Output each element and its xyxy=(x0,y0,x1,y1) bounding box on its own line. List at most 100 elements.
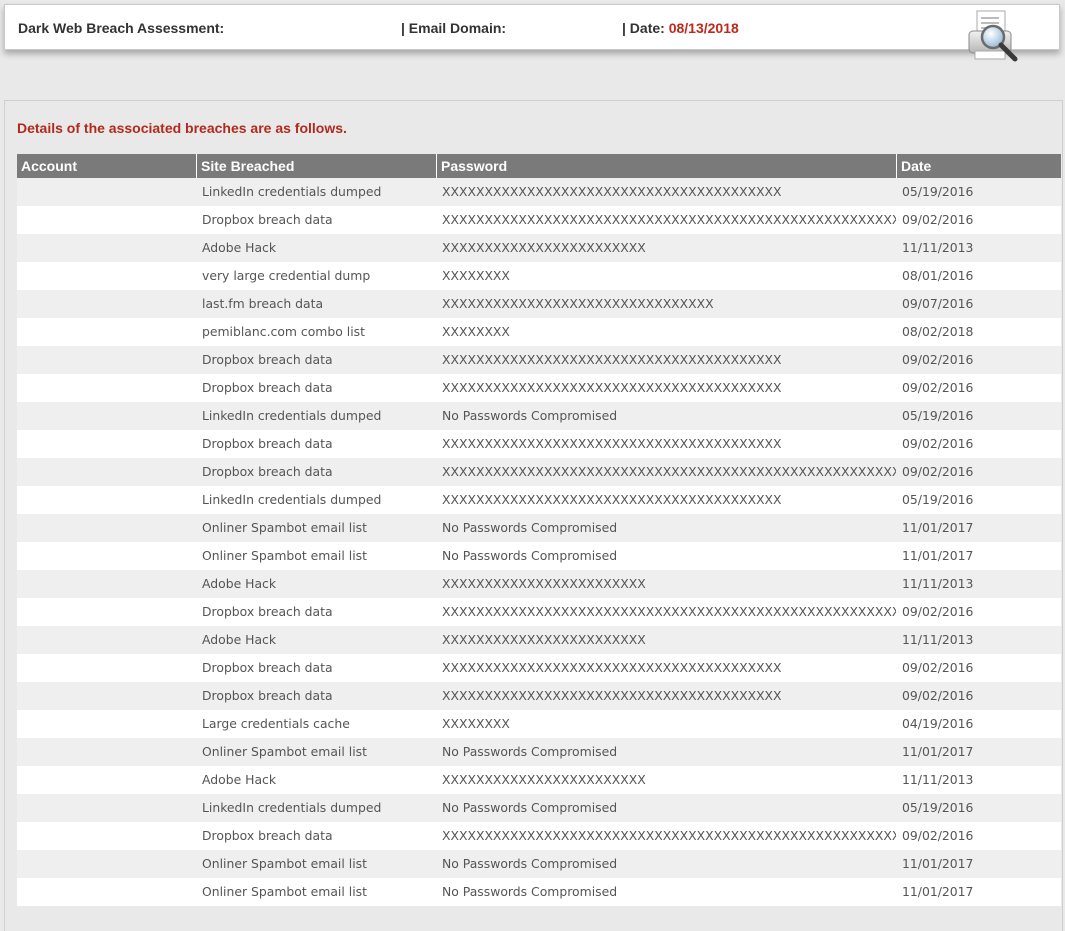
password-cell: No Passwords Compromised xyxy=(442,520,618,535)
table-row[interactable]: Dropbox breach data XXXXXXXXXXXXXXXXXXXXX… xyxy=(17,346,1061,374)
account-cell xyxy=(17,206,196,234)
site-breached-cell: LinkedIn credentials dumped xyxy=(202,492,382,507)
account-cell xyxy=(17,402,196,430)
site-breached-cell: Dropbox breach data xyxy=(202,212,333,227)
password-cell: No Passwords Compromised xyxy=(442,548,618,563)
table-row[interactable]: Large credentials cache XXXXXXXX 04/19/201… xyxy=(17,710,1061,738)
account-cell xyxy=(17,710,196,738)
table-row[interactable]: Dropbox breach data XXXXXXXXXXXXXXXXXXXXX… xyxy=(17,598,1061,626)
date-cell: 11/01/2017 xyxy=(902,744,974,759)
table-row[interactable]: LinkedIn credentials dumped XXXXXXXXXXXXX… xyxy=(17,178,1061,206)
site-breached-cell: Dropbox breach data xyxy=(202,464,333,479)
table-row[interactable]: Adobe Hack XXXXXXXXXXXXXXXXXXXXXXXX 11/11/… xyxy=(17,766,1061,794)
date-cell: 11/11/2013 xyxy=(902,576,974,591)
account-cell xyxy=(17,654,196,682)
password-cell: XXXXXXXXXXXXXXXXXXXXXXXXXXXXXXXXXXXXXXXX… xyxy=(442,604,896,619)
account-cell xyxy=(17,682,196,710)
date-cell: 09/02/2016 xyxy=(902,212,974,227)
password-cell: XXXXXXXXXXXXXXXXXXXXXXXX xyxy=(442,632,646,647)
date-field: | Date: 08/13/2018 xyxy=(622,20,739,36)
account-cell xyxy=(17,794,196,822)
table-row[interactable]: Dropbox breach data XXXXXXXXXXXXXXXXXXXXX… xyxy=(17,822,1061,850)
table-row[interactable]: Dropbox breach data XXXXXXXXXXXXXXXXXXXXX… xyxy=(17,654,1061,682)
table-header: Account Site Breached Password Date xyxy=(17,154,1061,178)
table-row[interactable]: Dropbox breach data XXXXXXXXXXXXXXXXXXXXX… xyxy=(17,458,1061,486)
account-cell xyxy=(17,738,196,766)
account-cell xyxy=(17,234,196,262)
assessment-label: Dark Web Breach Assessment: xyxy=(18,20,225,36)
table-row[interactable]: LinkedIn credentials dumped No Passwords … xyxy=(17,402,1061,430)
account-cell xyxy=(17,626,196,654)
report-header: Dark Web Breach Assessment: | Email Doma… xyxy=(4,4,1060,62)
column-header-site-breached[interactable]: Site Breached xyxy=(196,154,436,178)
table-row[interactable]: Onliner Spambot email list No Passwords C… xyxy=(17,850,1061,878)
password-cell: XXXXXXXXXXXXXXXXXXXXXXXXXXXXXXXX xyxy=(442,296,714,311)
account-cell xyxy=(17,570,196,598)
date-cell: 11/11/2013 xyxy=(902,772,974,787)
date-cell: 09/02/2016 xyxy=(902,604,974,619)
site-breached-cell: very large credential dump xyxy=(202,268,371,283)
password-cell: XXXXXXXXXXXXXXXXXXXXXXXXXXXXXXXXXXXXXXXX xyxy=(442,660,782,675)
email-domain-label: | Email Domain: xyxy=(401,20,507,36)
password-cell: XXXXXXXXXXXXXXXXXXXXXXXX xyxy=(442,576,646,591)
table-row[interactable]: pemiblanc.com combo list XXXXXXXX 08/02/20… xyxy=(17,318,1061,346)
table-row[interactable]: Adobe Hack XXXXXXXXXXXXXXXXXXXXXXXX 11/11/… xyxy=(17,234,1061,262)
password-cell: XXXXXXXXXXXXXXXXXXXXXXXXXXXXXXXXXXXXXXXX xyxy=(442,688,782,703)
table-row[interactable]: Dropbox breach data XXXXXXXXXXXXXXXXXXXXX… xyxy=(17,682,1061,710)
date-cell: 04/19/2016 xyxy=(902,716,974,731)
account-cell xyxy=(17,766,196,794)
account-cell xyxy=(17,318,196,346)
password-cell: XXXXXXXX xyxy=(442,268,510,283)
report-date: 08/13/2018 xyxy=(668,20,739,36)
date-cell: 05/19/2016 xyxy=(902,492,974,507)
table-row[interactable]: Dropbox breach data XXXXXXXXXXXXXXXXXXXXX… xyxy=(17,206,1061,234)
site-breached-cell: Adobe Hack xyxy=(202,632,277,647)
table-row[interactable]: Dropbox breach data XXXXXXXXXXXXXXXXXXXXX… xyxy=(17,374,1061,402)
site-breached-cell: Onliner Spambot email list xyxy=(202,548,367,563)
site-breached-cell: Onliner Spambot email list xyxy=(202,744,367,759)
account-cell xyxy=(17,346,196,374)
table-row[interactable]: Adobe Hack XXXXXXXXXXXXXXXXXXXXXXXX 11/11/… xyxy=(17,626,1061,654)
password-cell: XXXXXXXXXXXXXXXXXXXXXXXXXXXXXXXXXXXXXXXX xyxy=(442,352,782,367)
date-cell: 05/19/2016 xyxy=(902,800,974,815)
table-row[interactable]: very large credential dump XXXXXXXX 08/01/… xyxy=(17,262,1061,290)
table-body: LinkedIn credentials dumped XXXXXXXXXXXXX… xyxy=(17,178,1061,906)
table-row[interactable]: LinkedIn credentials dumped XXXXXXXXXXXXX… xyxy=(17,486,1061,514)
table-row[interactable]: Onliner Spambot email list No Passwords C… xyxy=(17,514,1061,542)
site-breached-cell: Dropbox breach data xyxy=(202,436,333,451)
password-cell: No Passwords Compromised xyxy=(442,408,618,423)
date-cell: 09/02/2016 xyxy=(902,464,974,479)
site-breached-cell: Onliner Spambot email list xyxy=(202,884,367,899)
site-breached-cell: Onliner Spambot email list xyxy=(202,520,367,535)
account-cell xyxy=(17,458,196,486)
password-cell: XXXXXXXXXXXXXXXXXXXXXXXXXXXXXXXXXXXXXXXX xyxy=(442,492,782,507)
date-cell: 11/01/2017 xyxy=(902,856,974,871)
site-breached-cell: Dropbox breach data xyxy=(202,352,333,367)
site-breached-cell: Dropbox breach data xyxy=(202,660,333,675)
table-row[interactable]: Dropbox breach data XXXXXXXXXXXXXXXXXXXXX… xyxy=(17,430,1061,458)
table-row[interactable]: Adobe Hack XXXXXXXXXXXXXXXXXXXXXXXX 11/11/… xyxy=(17,570,1061,598)
table-row[interactable]: Onliner Spambot email list No Passwords C… xyxy=(17,738,1061,766)
account-cell xyxy=(17,822,196,850)
column-header-account[interactable]: Account xyxy=(17,154,196,178)
account-cell xyxy=(17,178,196,206)
table-row[interactable]: Onliner Spambot email list No Passwords C… xyxy=(17,542,1061,570)
account-cell xyxy=(17,514,196,542)
password-cell: No Passwords Compromised xyxy=(442,884,618,899)
column-header-password[interactable]: Password xyxy=(436,154,896,178)
site-breached-cell: Onliner Spambot email list xyxy=(202,856,367,871)
table-row[interactable]: LinkedIn credentials dumped No Passwords … xyxy=(17,794,1061,822)
date-cell: 11/01/2017 xyxy=(902,548,974,563)
column-header-date[interactable]: Date xyxy=(896,154,1061,178)
date-cell: 11/11/2013 xyxy=(902,240,974,255)
password-cell: XXXXXXXXXXXXXXXXXXXXXXXXXXXXXXXXXXXXXXXX… xyxy=(442,828,896,843)
date-cell: 08/02/2018 xyxy=(902,324,974,339)
account-cell xyxy=(17,430,196,458)
site-breached-cell: LinkedIn credentials dumped xyxy=(202,184,382,199)
site-breached-cell: Dropbox breach data xyxy=(202,688,333,703)
table-row[interactable]: Onliner Spambot email list No Passwords C… xyxy=(17,878,1061,906)
table-row[interactable]: last.fm breach data XXXXXXXXXXXXXXXXXXXXX… xyxy=(17,290,1061,318)
site-breached-cell: LinkedIn credentials dumped xyxy=(202,800,382,815)
password-cell: No Passwords Compromised xyxy=(442,800,618,815)
site-breached-cell: Dropbox breach data xyxy=(202,604,333,619)
